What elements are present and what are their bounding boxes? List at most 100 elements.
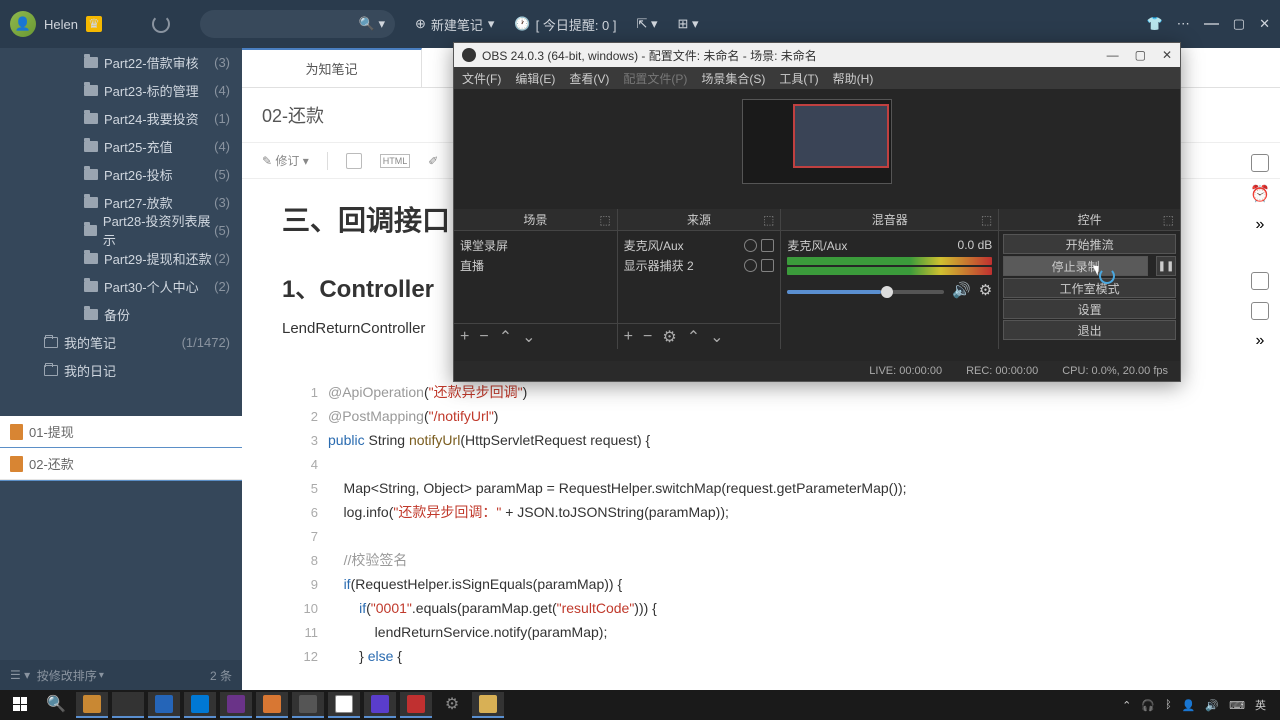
taskbar-app[interactable] [220, 692, 252, 718]
close-button[interactable]: ✕ [1259, 16, 1270, 32]
taskbar-app[interactable] [256, 692, 288, 718]
save-icon[interactable] [346, 153, 362, 169]
chevron-up-icon[interactable]: ⌃ [1122, 699, 1131, 712]
obs-titlebar[interactable]: OBS 24.0.3 (64-bit, windows) - 配置文件: 未命名… [454, 43, 1180, 67]
taskbar-app[interactable] [184, 692, 216, 718]
taskbar-app[interactable] [364, 692, 396, 718]
add-icon[interactable]: + [624, 328, 633, 346]
sidebar-item[interactable]: 我的笔记(1/1472) [0, 328, 242, 356]
source-item[interactable]: 显示器捕获 2 [624, 255, 775, 275]
start-stream-button[interactable]: 开始推流 [1003, 234, 1176, 254]
sidebar-item[interactable]: Part24-我要投资(1) [0, 104, 242, 132]
obs-menu-item[interactable]: 文件(F) [462, 70, 501, 87]
note-row[interactable]: 01-提现 [0, 416, 242, 448]
exit-button[interactable]: 退出 [1003, 320, 1176, 340]
system-tray[interactable]: ⌃ 🎧 ᛒ 👤 🔊 ⌨ 英 [1122, 697, 1276, 713]
sort-bar[interactable]: ☰ ▾ 按修改排序▾ 2 条 [0, 660, 242, 690]
sidebar-item[interactable]: Part28-投资列表展示(5) [0, 216, 242, 244]
obs-menu-item[interactable]: 帮助(H) [833, 70, 874, 87]
html-button[interactable]: HTML [380, 154, 411, 168]
refresh-icon[interactable] [152, 15, 170, 33]
sidebar-item[interactable]: Part22-借款审核(3) [0, 48, 242, 76]
tshirt-icon[interactable]: 👕 [1147, 16, 1163, 32]
obs-menu-item[interactable]: 查看(V) [569, 70, 609, 87]
up-icon[interactable]: ⌃ [499, 327, 512, 347]
today-reminder[interactable]: 🕐[ 今日提醒: 0 ] [514, 15, 616, 34]
stop-record-button[interactable]: 停止录制 [1003, 256, 1148, 276]
sidebar-item[interactable]: Part29-提现和还款(2) [0, 244, 242, 272]
alarm-icon[interactable]: ⏰ [1250, 184, 1270, 204]
down-icon[interactable]: ⌄ [710, 327, 723, 347]
keyboard-icon[interactable]: ⌨ [1229, 699, 1245, 712]
rb-icon-3[interactable] [1251, 302, 1269, 320]
headset-icon[interactable]: 🎧 [1141, 699, 1155, 712]
settings-button[interactable]: 设置 [1003, 299, 1176, 319]
taskbar-app[interactable] [400, 692, 432, 718]
lock-icon[interactable] [761, 259, 774, 272]
obs-menu-item[interactable]: 配置文件(P) [623, 70, 687, 87]
search-taskbar[interactable]: 🔍 [40, 692, 72, 718]
pause-button[interactable]: ❚❚ [1156, 256, 1176, 276]
sidebar-item[interactable]: Part26-投标(5) [0, 160, 242, 188]
lock-icon[interactable] [761, 239, 774, 252]
search-input[interactable]: 🔍 ▾ [200, 10, 395, 38]
remove-icon[interactable]: − [643, 328, 652, 346]
minimize-button[interactable] [1204, 23, 1219, 25]
taskbar-app[interactable] [328, 692, 360, 718]
search-icon: 🔍 ▾ [359, 16, 385, 32]
source-item[interactable]: 麦克风/Aux [624, 235, 775, 255]
volume-icon[interactable]: 🔊 [1205, 699, 1219, 712]
taskbar-app[interactable] [76, 692, 108, 718]
add-icon[interactable]: + [460, 328, 469, 346]
sidebar-item[interactable]: Part30-个人中心(2) [0, 272, 242, 300]
sidebar-item[interactable]: 我的日记 [0, 356, 242, 384]
taskbar-app[interactable] [292, 692, 324, 718]
folder-icon [84, 57, 98, 68]
obs-maximize[interactable]: ▢ [1135, 48, 1146, 62]
scene-item[interactable]: 课堂录屏 [460, 235, 611, 255]
taskbar-app[interactable] [112, 692, 144, 718]
more-icon-2[interactable]: » [1256, 332, 1265, 350]
maximize-button[interactable]: ▢ [1233, 16, 1245, 32]
up-icon[interactable]: ⌃ [687, 327, 700, 347]
taskbar-app[interactable] [472, 692, 504, 718]
edit-button[interactable]: ✎ 修订 ▾ [262, 152, 309, 169]
more-icon[interactable]: » [1256, 216, 1265, 234]
rb-icon-1[interactable] [1251, 154, 1269, 172]
obs-menu-item[interactable]: 编辑(E) [515, 70, 555, 87]
share-icon[interactable]: ⇱ ▾ [637, 16, 658, 32]
note-row[interactable]: 02-还款 [0, 448, 242, 480]
remove-icon[interactable]: − [479, 328, 488, 346]
scene-item[interactable]: 直播 [460, 255, 611, 275]
sidebar-item[interactable]: Part25-充值(4) [0, 132, 242, 160]
taskbar-app[interactable] [148, 692, 180, 718]
bluetooth-icon[interactable]: ᛒ [1165, 699, 1172, 711]
obs-minimize[interactable]: — [1107, 48, 1119, 62]
avatar[interactable]: 👤 [10, 11, 36, 37]
speaker-icon[interactable]: 🔊 [952, 281, 971, 299]
eye-icon[interactable] [744, 259, 757, 272]
grid-icon[interactable]: ⊞ ▾ [678, 16, 699, 32]
start-button[interactable] [4, 692, 36, 718]
gear-icon[interactable]: ⚙ [979, 281, 992, 299]
pen-icon[interactable]: ✐ [428, 154, 438, 168]
new-note-button[interactable]: ⊕新建笔记 ▾ [415, 15, 494, 34]
obs-preview[interactable] [742, 99, 892, 184]
rb-icon-2[interactable] [1251, 272, 1269, 290]
crown-icon[interactable]: ♛ [86, 16, 102, 32]
sidebar-item[interactable]: 备份 [0, 300, 242, 328]
folder-icon [84, 85, 98, 96]
gear-icon[interactable]: ⚙ [662, 327, 676, 347]
obs-menu-item[interactable]: 场景集合(S) [701, 70, 765, 87]
people-icon[interactable]: 👤 [1182, 699, 1196, 712]
eye-icon[interactable] [744, 239, 757, 252]
bell-icon[interactable]: ⋯ [1177, 16, 1190, 32]
studio-mode-button[interactable]: 工作室模式 [1003, 278, 1176, 298]
taskbar-app[interactable]: ⚙ [436, 692, 468, 718]
obs-close[interactable]: ✕ [1162, 48, 1172, 62]
tab-wiz[interactable]: 为知笔记 [242, 48, 422, 87]
volume-slider[interactable] [787, 290, 944, 294]
down-icon[interactable]: ⌄ [522, 327, 535, 347]
sidebar-item[interactable]: Part23-标的管理(4) [0, 76, 242, 104]
obs-menu-item[interactable]: 工具(T) [779, 70, 818, 87]
